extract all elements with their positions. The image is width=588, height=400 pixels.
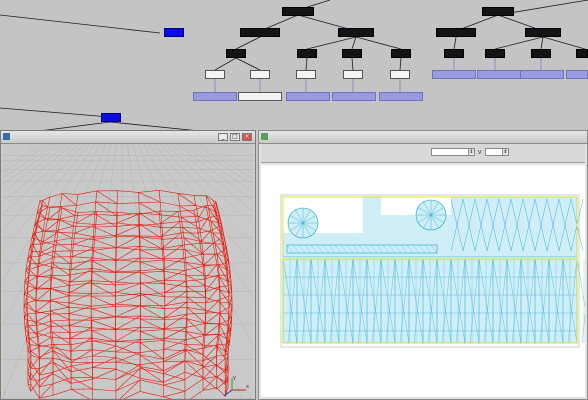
graph-node[interactable]	[164, 28, 184, 37]
axis-y-label: y	[233, 375, 236, 381]
v-label: V	[478, 150, 482, 156]
graph-node[interactable]	[391, 49, 411, 58]
graph-node[interactable]	[436, 28, 476, 37]
graph-node[interactable]	[342, 49, 362, 58]
graph-node[interactable]	[193, 92, 237, 101]
uv-editor-titlebar[interactable]	[259, 131, 587, 144]
graph-node[interactable]	[525, 28, 561, 37]
graph-node[interactable]	[250, 70, 270, 79]
graph-node[interactable]	[390, 70, 410, 79]
maximize-button[interactable]: □	[230, 133, 240, 141]
viewport-titlebar[interactable]: _ □ ×	[1, 131, 255, 144]
graph-node[interactable]	[226, 49, 246, 58]
graph-node[interactable]	[576, 49, 588, 58]
axis-gizmo-icon: x y	[223, 375, 249, 397]
graph-node[interactable]	[477, 70, 521, 79]
graph-node[interactable]	[444, 49, 464, 58]
graph-node[interactable]	[286, 92, 330, 101]
graph-node[interactable]	[297, 49, 317, 58]
graph-node[interactable]	[379, 92, 423, 101]
graph-node[interactable]	[338, 28, 374, 37]
graph-node[interactable]	[296, 70, 316, 79]
graph-node[interactable]	[238, 92, 282, 101]
uv-editor-window[interactable]: ⇕ V ⇕	[258, 130, 588, 400]
graph-node[interactable]	[520, 70, 564, 79]
uv-toolbar: ⇕ V ⇕	[261, 144, 585, 163]
window-icon	[261, 133, 268, 140]
uv-layout	[280, 194, 588, 348]
graph-node[interactable]	[205, 70, 225, 79]
graph-node[interactable]	[531, 49, 551, 58]
graph-node[interactable]	[343, 70, 363, 79]
uv-canvas[interactable]	[261, 165, 588, 397]
viewport-window[interactable]: _ □ × x y	[0, 130, 256, 400]
axis-x-label: x	[246, 384, 249, 390]
node-graph-editor[interactable]	[0, 0, 588, 130]
graph-node[interactable]	[282, 7, 314, 16]
close-button[interactable]: ×	[242, 133, 252, 141]
graph-node[interactable]	[432, 70, 476, 79]
graph-node[interactable]	[485, 49, 505, 58]
graph-node[interactable]	[482, 7, 514, 16]
graph-node-selected[interactable]	[101, 113, 121, 122]
minimize-button[interactable]: _	[218, 133, 228, 141]
graph-node[interactable]	[332, 92, 376, 101]
wireframe-mesh	[23, 189, 233, 399]
graph-node[interactable]	[240, 28, 280, 37]
3d-viewport[interactable]: x y	[2, 144, 254, 399]
graph-connections	[0, 0, 588, 130]
u-spinner[interactable]: ⇕	[468, 148, 475, 156]
v-spinner[interactable]: ⇕	[502, 148, 509, 156]
v-value-field[interactable]	[485, 148, 503, 156]
graph-node[interactable]	[566, 70, 588, 79]
u-value-field[interactable]	[431, 148, 469, 156]
window-icon	[3, 133, 10, 140]
